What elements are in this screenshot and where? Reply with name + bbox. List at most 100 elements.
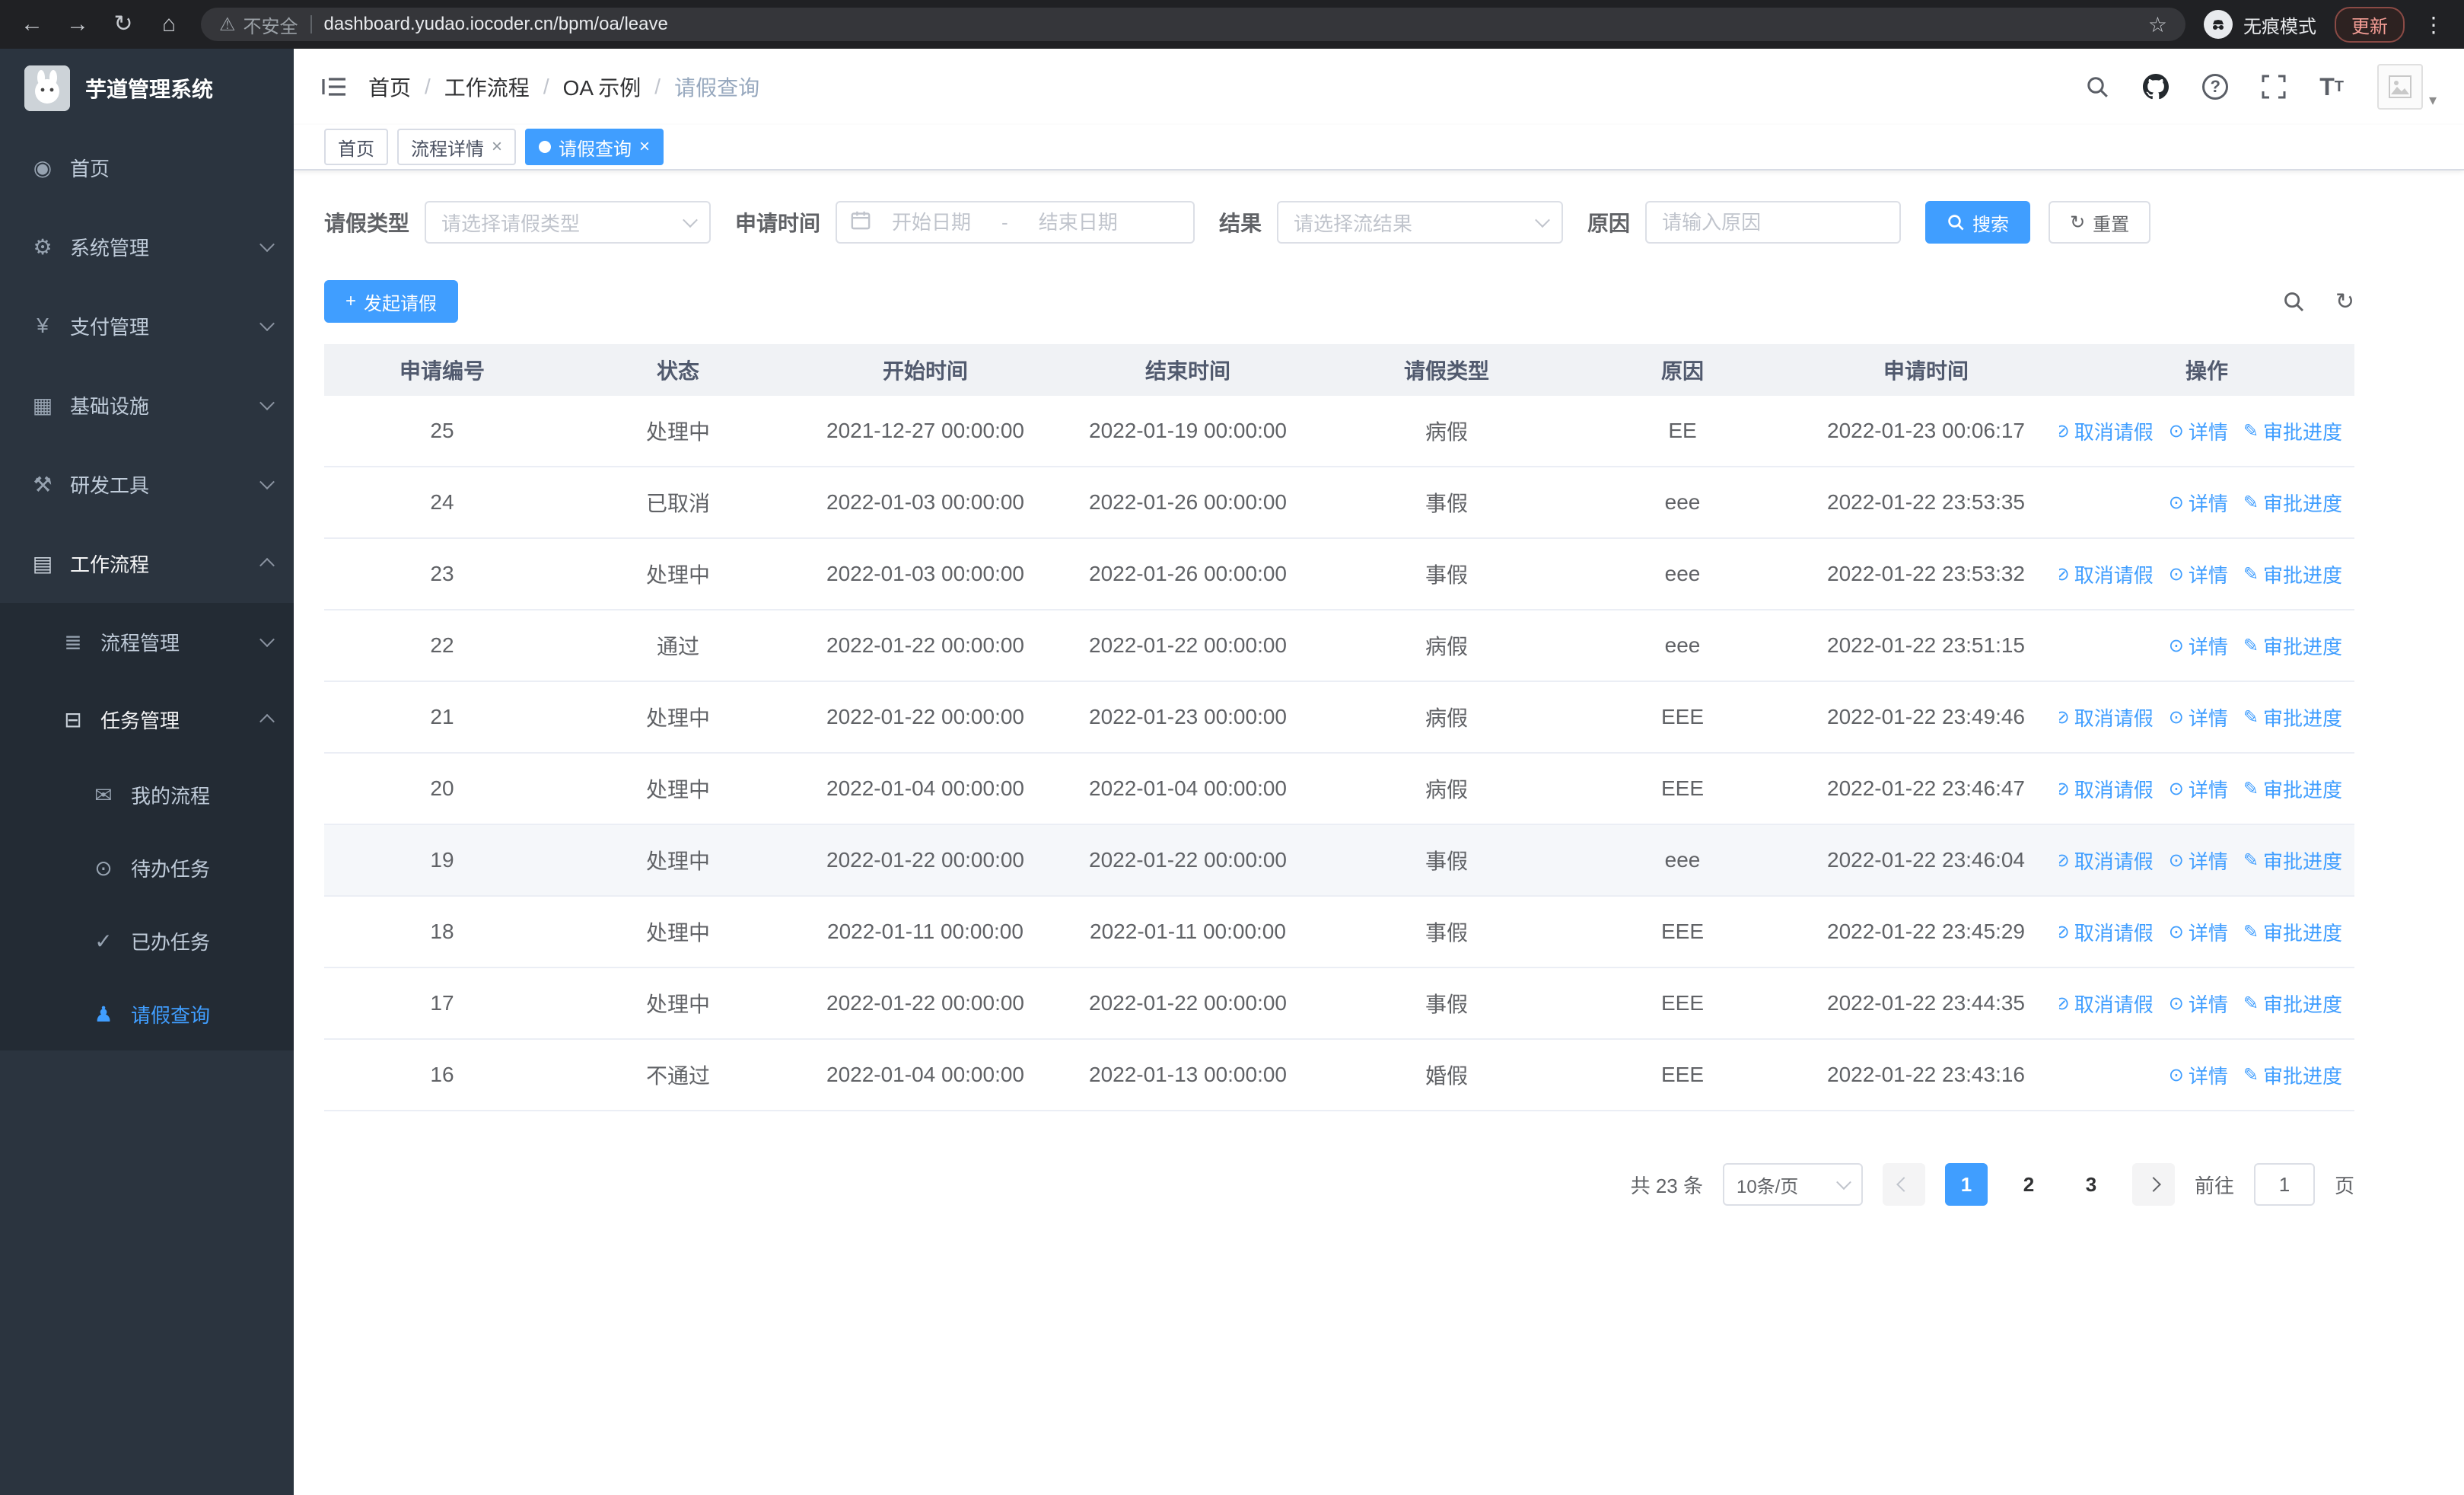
sidebar-item-payment[interactable]: ¥ 支付管理 [0,286,294,365]
action-detail-link[interactable]: ⊙ 详情 [2169,775,2228,803]
tab-leave-query[interactable]: 请假查询 × [525,129,664,165]
action-progress-link[interactable]: ✎ 审批进度 [2243,775,2342,803]
start-date-input[interactable] [877,209,987,236]
reload-icon[interactable]: ↻ [110,13,137,36]
action-detail-link[interactable]: ⊙ 详情 [2169,560,2228,588]
action-cancel-link[interactable]: ⊘取消请假 [2059,846,2154,875]
reset-button-label: 重置 [2093,214,2130,235]
sidebar-item-process-management[interactable]: ≣ 流程管理 [0,603,294,681]
action-progress-link[interactable]: ✎ 审批进度 [2243,632,2342,660]
breadcrumb-workflow[interactable]: 工作流程 [444,72,530,102]
cancel-leave-icon: ⊘ [2059,563,2070,585]
user-menu[interactable]: ▾ [2376,64,2437,110]
chevron-down-icon: ▾ [2428,92,2437,109]
bookmark-star-icon[interactable]: ☆ [2148,12,2167,37]
cell-end-time: 2022-01-26 00:00:00 [1089,562,1287,585]
sidebar-item-devtools[interactable]: ⚒ 研发工具 [0,445,294,524]
sidebar-item-done-tasks[interactable]: ✓ 已办任务 [0,904,294,977]
action-cancel-link[interactable]: ⊘取消请假 [2059,918,2154,946]
update-button[interactable]: 更新 [2335,6,2405,43]
action-progress-link[interactable]: ✎ 审批进度 [2243,918,2342,946]
edit-icon: ✎ [2243,563,2259,585]
apply-time-range-picker[interactable]: - [836,201,1195,244]
action-cancel-link[interactable]: ⊘取消请假 [2059,703,2154,732]
close-icon[interactable]: × [639,136,650,158]
action-detail-link[interactable]: ⊙ 详情 [2169,489,2228,517]
font-size-icon[interactable]: TT [2319,75,2344,99]
breadcrumb-home[interactable]: 首页 [368,72,411,102]
action-label: 详情 [2188,778,2228,802]
cell-end-time: 2022-01-23 00:00:00 [1089,705,1287,728]
action-detail-link[interactable]: ⊙ 详情 [2169,918,2228,946]
back-icon[interactable]: ← [18,13,46,36]
url-text[interactable]: dashboard.yudao.iocoder.cn/bpm/oa/leave [324,14,668,35]
goto-page-input[interactable] [2253,1163,2315,1206]
sidebar-item-task-management[interactable]: ⊟ 任务管理 [0,681,294,758]
action-progress-link[interactable]: ✎ 审批进度 [2243,703,2342,732]
range-separator: - [1001,210,1008,234]
menu-fold-icon[interactable] [321,74,347,100]
reset-button[interactable]: ↻ 重置 [2049,201,2151,244]
action-progress-link[interactable]: ✎ 审批进度 [2243,560,2342,588]
create-leave-label: 发起请假 [364,293,438,314]
forward-icon[interactable]: → [64,13,91,36]
action-cancel-link[interactable]: ⊘取消请假 [2059,990,2154,1018]
github-icon[interactable] [2143,74,2170,100]
leave-type-select[interactable]: 请选择请假类型 [425,201,712,244]
breadcrumb-oa-example[interactable]: OA 示例 [563,72,641,102]
action-detail-link[interactable]: ⊙ 详情 [2169,632,2228,660]
action-progress-link[interactable]: ✎ 审批进度 [2243,417,2342,445]
fullscreen-icon[interactable] [2262,75,2286,99]
sidebar: 芋道管理系统 ◉ 首页 ⚙ 系统管理 ¥ 支付管理 ▦ 基础设施 ⚒ 研发工具 … [0,49,294,1495]
sidebar-item-my-process[interactable]: ✉ 我的流程 [0,758,294,831]
address-bar[interactable]: ⚠ 不安全 dashboard.yudao.iocoder.cn/bpm/oa/… [201,8,2185,41]
not-secure-warning[interactable]: ⚠ 不安全 [219,11,298,38]
action-label: 审批进度 [2262,921,2342,945]
search-icon[interactable] [2085,75,2109,99]
sidebar-item-workflow[interactable]: ▤ 工作流程 [0,524,294,603]
end-date-input[interactable] [1023,209,1133,236]
page-content: 请假类型 请选择请假类型 申请时间 开始日期 - 结束日期 结果 请选择流结果 … [294,171,2464,1495]
action-cancel-link[interactable]: ⊘取消请假 [2059,560,2154,588]
help-icon[interactable]: ? [2202,74,2229,100]
action-cancel-link[interactable]: ⊘取消请假 [2059,417,2154,445]
action-detail-link[interactable]: ⊙ 详情 [2169,846,2228,875]
home-icon[interactable]: ⌂ [155,13,183,36]
close-icon[interactable]: × [492,136,502,158]
reason-input[interactable] [1645,201,1902,244]
cell-apply-time: 2022-01-22 23:51:15 [1827,633,2025,657]
search-button[interactable]: 搜索 [1925,201,2031,244]
list-icon: ≣ [64,630,82,654]
prev-page-button[interactable] [1882,1163,1925,1206]
create-leave-button[interactable]: + 发起请假 [324,280,459,323]
sidebar-item-home[interactable]: ◉ 首页 [0,128,294,207]
action-progress-link[interactable]: ✎ 审批进度 [2243,489,2342,517]
cell-start-time: 2022-01-22 00:00:00 [826,991,1024,1015]
page-size-select[interactable]: 10条/页 [1722,1163,1863,1206]
sidebar-item-leave-query[interactable]: ♟ 请假查询 [0,977,294,1050]
sidebar-item-system[interactable]: ⚙ 系统管理 [0,207,294,286]
cell-reason: EEE [1660,776,1705,800]
page-button-1[interactable]: 1 [1944,1163,1988,1206]
result-select[interactable]: 请选择流结果 [1277,201,1564,244]
action-detail-link[interactable]: ⊙ 详情 [2169,417,2228,445]
tab-home[interactable]: 首页 [324,129,388,165]
page-button-3[interactable]: 3 [2070,1163,2112,1206]
action-progress-link[interactable]: ✎ 审批进度 [2243,1061,2342,1089]
page-button-2[interactable]: 2 [2007,1163,2050,1206]
sidebar-item-infrastructure[interactable]: ▦ 基础设施 [0,365,294,445]
briefcase-icon: ▤ [32,551,53,575]
action-detail-link[interactable]: ⊙ 详情 [2169,1061,2228,1089]
browser-menu-icon[interactable]: ⋮ [2423,12,2446,37]
action-cancel-link[interactable]: ⊘取消请假 [2059,775,2154,803]
action-progress-link[interactable]: ✎ 审批进度 [2243,846,2342,875]
action-detail-link[interactable]: ⊙ 详情 [2169,990,2228,1018]
action-progress-link[interactable]: ✎ 审批进度 [2243,990,2342,1018]
refresh-table-icon[interactable]: ↻ [2335,288,2354,315]
toggle-search-icon[interactable] [2282,290,2305,313]
action-detail-link[interactable]: ⊙ 详情 [2169,703,2228,732]
tab-process-detail[interactable]: 流程详情 × [397,129,517,165]
next-page-button[interactable] [2131,1163,2175,1206]
sidebar-item-todo-tasks[interactable]: ⊙ 待办任务 [0,831,294,904]
action-label: 取消请假 [2074,420,2154,444]
